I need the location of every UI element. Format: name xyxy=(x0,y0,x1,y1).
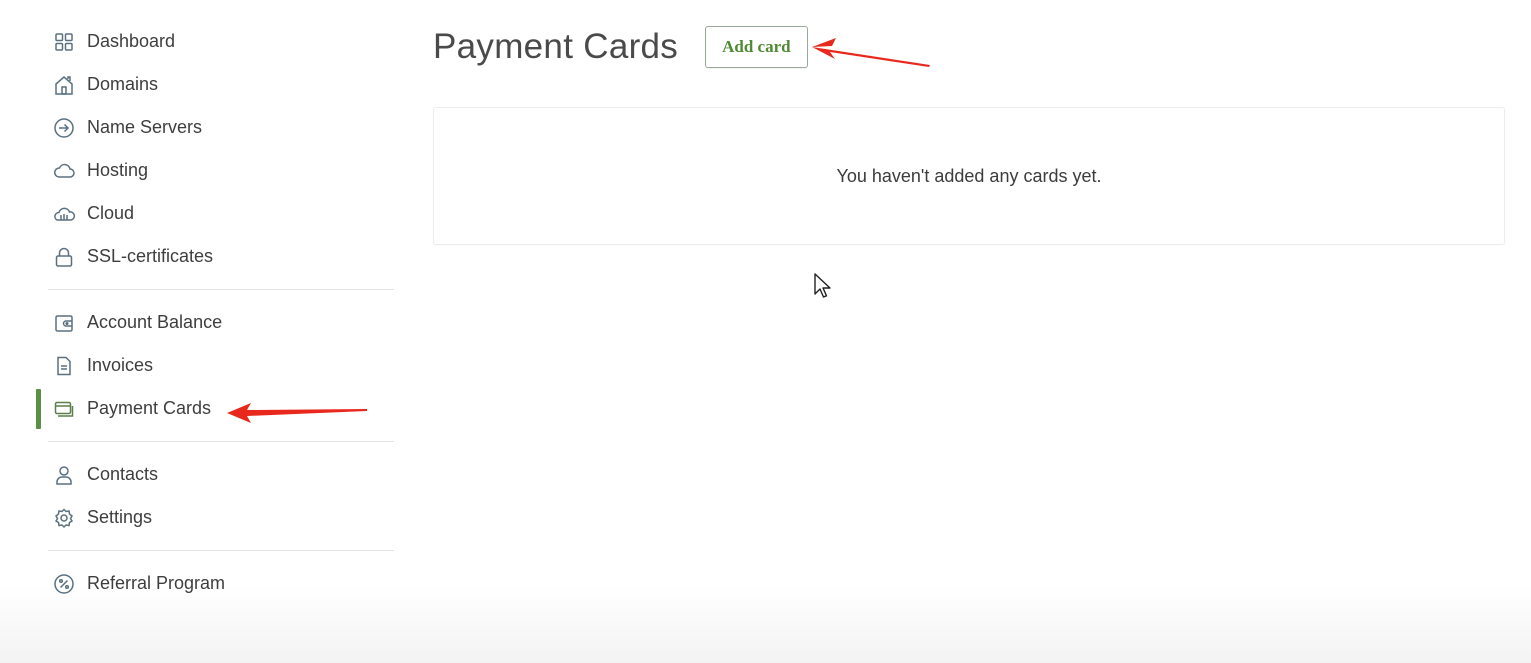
empty-state-message: You haven't added any cards yet. xyxy=(836,165,1102,186)
wallet-icon xyxy=(53,312,75,334)
sidebar-divider xyxy=(48,289,394,290)
sidebar-divider xyxy=(48,441,394,442)
sidebar-item-label: Contacts xyxy=(87,464,159,484)
sidebar-item-domains[interactable]: Domains xyxy=(48,63,394,106)
sidebar-item-referral-program[interactable]: Referral Program xyxy=(48,562,394,605)
user-icon xyxy=(53,464,75,486)
sidebar-item-label: Payment Cards xyxy=(87,398,212,418)
document-icon xyxy=(53,355,75,377)
arrow-circle-icon xyxy=(53,117,75,139)
nav-group-referral: Referral Program xyxy=(48,562,394,605)
sidebar-item-settings[interactable]: Settings xyxy=(48,496,394,539)
grid-icon xyxy=(53,31,75,53)
sidebar-item-dashboard[interactable]: Dashboard xyxy=(48,20,394,63)
sidebar-item-label: Account Balance xyxy=(87,312,223,332)
cloud-icon xyxy=(53,160,75,182)
nav-group-services: Dashboard Domains Name Servers Hosting C… xyxy=(48,20,394,278)
sidebar-item-label: Hosting xyxy=(87,160,149,180)
main-content: Payment Cards Add card You haven't added… xyxy=(433,20,1505,245)
sidebar-item-cloud[interactable]: Cloud xyxy=(48,192,394,235)
sidebar-divider xyxy=(48,550,394,551)
mouse-cursor-icon xyxy=(814,273,831,298)
sidebar-item-label: Invoices xyxy=(87,355,154,375)
page: Dashboard Domains Name Servers Hosting C… xyxy=(0,0,1531,663)
sidebar-item-ssl-certificates[interactable]: SSL-certificates xyxy=(48,235,394,278)
sidebar-item-label: Dashboard xyxy=(87,31,176,51)
sidebar-item-label: Settings xyxy=(87,507,153,527)
sidebar-item-contacts[interactable]: Contacts xyxy=(48,453,394,496)
nav-group-account: Contacts Settings xyxy=(48,453,394,539)
lock-icon xyxy=(53,246,75,268)
sidebar-item-payment-cards[interactable]: Payment Cards xyxy=(36,387,394,430)
cloud-server-icon xyxy=(53,203,75,225)
sidebar-item-account-balance[interactable]: Account Balance xyxy=(48,301,394,344)
sidebar-item-label: SSL-certificates xyxy=(87,246,214,266)
empty-state-panel: You haven't added any cards yet. xyxy=(433,107,1505,245)
nav-group-billing: Account Balance Invoices Payment Cards xyxy=(36,301,394,430)
percent-icon xyxy=(53,573,75,595)
sidebar-item-invoices[interactable]: Invoices xyxy=(48,344,394,387)
add-card-button[interactable]: Add card xyxy=(705,26,808,68)
sidebar: Dashboard Domains Name Servers Hosting C… xyxy=(36,20,394,605)
sidebar-item-label: Referral Program xyxy=(87,573,226,593)
sidebar-item-label: Cloud xyxy=(87,203,135,223)
sidebar-item-name-servers[interactable]: Name Servers xyxy=(48,106,394,149)
gear-icon xyxy=(53,507,75,529)
house-icon xyxy=(53,74,75,96)
page-title: Payment Cards xyxy=(433,27,679,66)
page-header: Payment Cards Add card xyxy=(433,20,1505,74)
cards-icon xyxy=(53,398,75,420)
sidebar-item-label: Domains xyxy=(87,74,159,94)
sidebar-item-hosting[interactable]: Hosting xyxy=(48,149,394,192)
sidebar-item-label: Name Servers xyxy=(87,117,203,137)
